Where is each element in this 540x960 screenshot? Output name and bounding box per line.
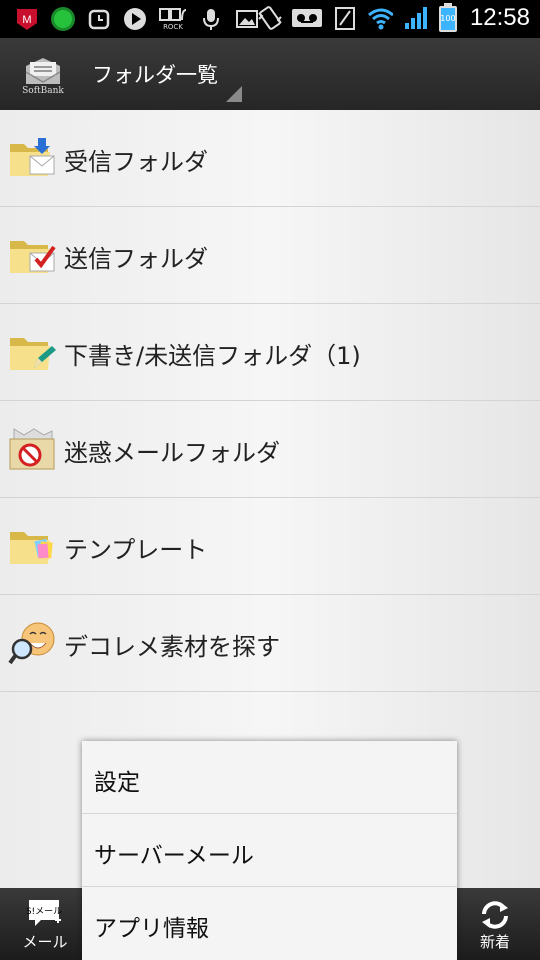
microphone-icon <box>198 6 224 32</box>
folder-item-spam[interactable]: 迷惑メールフォルダ <box>0 401 540 498</box>
sent-folder-icon <box>8 233 58 279</box>
isw-icon <box>50 6 76 32</box>
drafts-folder-icon <box>8 330 58 376</box>
folder-list-spinner[interactable]: フォルダ一覧 <box>76 38 246 110</box>
battery-icon: 100 <box>437 3 459 32</box>
spinner-arrow-icon <box>226 86 242 102</box>
rock-label: ROCK <box>163 23 183 31</box>
menu-item-server-mail[interactable]: サーバーメール <box>82 814 457 887</box>
folder-item-template[interactable]: テンプレート <box>0 498 540 595</box>
folder-label: デコレメ素材を探す <box>64 633 280 661</box>
voicemail-icon <box>291 5 323 31</box>
menu-item-app-info[interactable]: アプリ情報 <box>82 887 457 959</box>
folder-label: 送信フォルダ <box>64 245 208 273</box>
status-time: 12:58 <box>469 4 530 31</box>
inbox-folder-icon <box>8 136 58 182</box>
folder-label: 受信フォルダ <box>64 148 208 176</box>
refresh-label: 新着 <box>479 933 510 951</box>
action-bar: SoftBank フォルダ一覧 <box>0 38 540 112</box>
battery-level-label: 100 <box>440 14 456 23</box>
menu-item-settings[interactable]: 設定 <box>82 741 457 814</box>
wifi-icon <box>367 5 393 31</box>
play-icon <box>122 6 148 32</box>
search-deco-icon <box>8 621 58 667</box>
menu-item-label: 設定 <box>94 770 140 796</box>
folder-item-sent[interactable]: 送信フォルダ <box>0 207 540 304</box>
page-title: フォルダ一覧 <box>92 63 218 87</box>
status-bar: M ROCK 100 12:58 <box>0 0 540 38</box>
alarm-icon <box>86 6 112 32</box>
template-folder-icon <box>8 524 58 570</box>
spam-folder-icon <box>8 427 58 473</box>
svg-text:M: M <box>22 14 31 26</box>
vibrate-icon <box>256 5 282 31</box>
rock-radio-icon: ROCK <box>158 6 188 32</box>
folder-label: 迷惑メールフォルダ <box>64 439 280 467</box>
mail-compose-icon-text: S!メール <box>27 907 62 917</box>
options-menu: 設定 サーバーメール アプリ情報 <box>82 741 457 960</box>
folder-item-drafts[interactable]: 下書き/未送信フォルダ（1) <box>0 304 540 401</box>
mail-app-icon <box>25 58 61 84</box>
mcafee-icon: M <box>14 6 40 32</box>
menu-item-label: アプリ情報 <box>94 916 209 942</box>
folder-item-search-deco[interactable]: デコレメ素材を探す <box>0 595 540 692</box>
signal-icon <box>402 5 428 31</box>
softbank-logo-text: SoftBank <box>22 86 64 96</box>
mail-compose-label: メール <box>22 933 68 951</box>
menu-item-label: サーバーメール <box>94 843 254 869</box>
folder-label: テンプレート <box>64 536 208 564</box>
refresh-new-button[interactable]: 新着 <box>456 888 534 960</box>
mail-compose-icon: S!メール <box>26 898 63 932</box>
folder-label: 下書き/未送信フォルダ（1) <box>64 342 361 370</box>
folder-item-inbox[interactable]: 受信フォルダ <box>0 110 540 207</box>
softbank-mail-logo[interactable]: SoftBank <box>22 56 64 96</box>
sim-icon <box>332 5 358 31</box>
mail-compose-button[interactable]: S!メール メール <box>6 888 84 960</box>
